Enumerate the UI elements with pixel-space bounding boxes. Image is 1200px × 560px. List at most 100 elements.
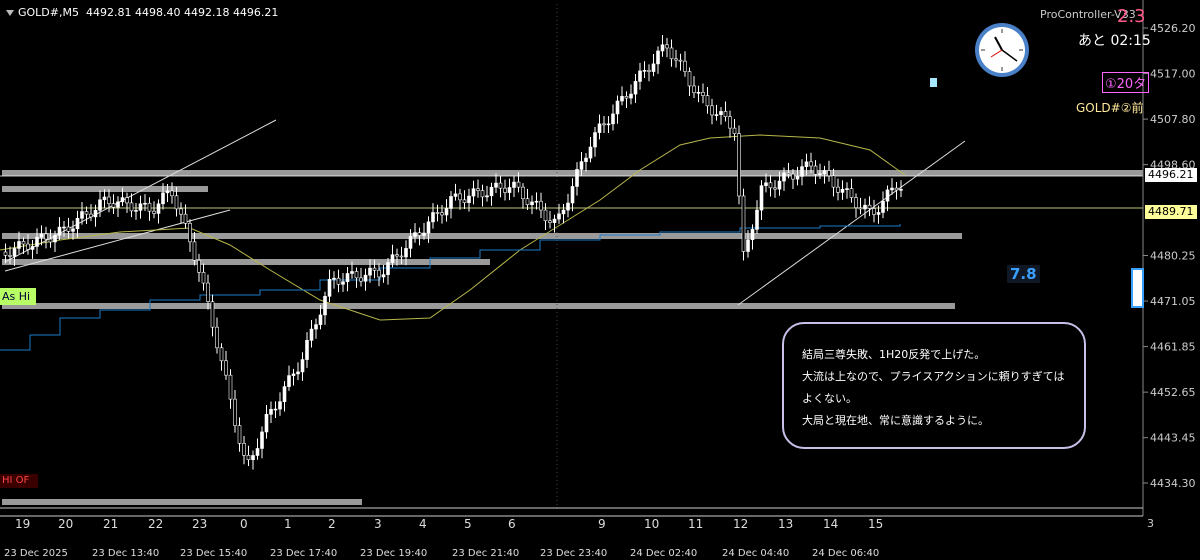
candle-body xyxy=(246,454,251,461)
time-label: 24 Dec 02:40 xyxy=(630,548,697,559)
candle-body xyxy=(768,182,773,189)
candle-body xyxy=(363,274,368,282)
candle-body xyxy=(372,267,377,271)
candle-body xyxy=(674,58,678,61)
hour-label: 4 xyxy=(419,517,427,531)
candle-body xyxy=(858,207,863,210)
time-label: 23 Dec 13:40 xyxy=(92,548,159,559)
candle-body xyxy=(849,188,854,198)
candle-body xyxy=(264,414,269,433)
candle-body xyxy=(39,233,44,238)
candle-body xyxy=(296,371,300,375)
candle-body xyxy=(786,172,791,175)
candle-body xyxy=(444,208,449,216)
candle-body xyxy=(273,408,278,411)
candle-body xyxy=(728,116,732,129)
candle-body xyxy=(174,195,179,210)
hour-label: 13 xyxy=(778,517,793,531)
candle-body xyxy=(723,111,728,117)
time-label: 23 Dec 21:40 xyxy=(452,548,519,559)
candle-body xyxy=(692,85,696,94)
candle-body xyxy=(336,277,341,285)
candle-body xyxy=(224,360,228,376)
candle-body xyxy=(530,201,534,206)
memo-line-2: 大流は上なので、プライスアクションに頼りすぎてはよくない。 xyxy=(802,370,1065,405)
candle-body xyxy=(647,70,651,72)
candle-body xyxy=(899,189,903,191)
candle-body xyxy=(525,198,530,206)
price-tick-label: 4461.85 xyxy=(1150,341,1196,354)
candle-body xyxy=(557,213,561,220)
gold-label: GOLD#②前 xyxy=(1076,101,1144,115)
collapse-triangle-icon[interactable] xyxy=(6,10,14,16)
candle-body xyxy=(665,44,669,49)
candle-body xyxy=(287,375,291,387)
candle-body xyxy=(120,197,125,203)
candle-body xyxy=(894,187,899,191)
candle-body xyxy=(426,221,431,234)
candle-body xyxy=(687,71,692,87)
candle-body xyxy=(606,123,611,126)
candle-body xyxy=(345,273,350,283)
candle-body xyxy=(323,296,327,316)
candles xyxy=(3,35,903,470)
candle-body xyxy=(602,123,606,126)
candle-body xyxy=(327,279,332,297)
candle-body xyxy=(719,111,723,115)
indicator-number: 2.3 xyxy=(1117,6,1146,27)
candle-body xyxy=(656,50,660,65)
zone-band xyxy=(2,499,362,505)
price-tick-label: 4526.20 xyxy=(1150,22,1196,35)
candle-body xyxy=(192,241,197,261)
candle-body xyxy=(53,234,57,243)
price-tick-label: 4434.30 xyxy=(1150,477,1196,490)
hour-label: 12 xyxy=(733,517,748,531)
candle-body xyxy=(107,196,111,204)
candle-body xyxy=(251,455,255,461)
hour-label: 3 xyxy=(374,517,382,531)
candle-body xyxy=(881,200,885,213)
hour-label: 9 xyxy=(598,517,606,531)
candle-body xyxy=(188,223,192,243)
candle-body xyxy=(588,146,593,159)
candle-body xyxy=(435,212,440,214)
zone-band xyxy=(2,259,490,265)
candle-body xyxy=(138,203,143,211)
candle-body xyxy=(755,209,759,230)
trendline xyxy=(737,140,966,306)
candle-body xyxy=(129,202,134,212)
memo-line-3: 大局と現在地、常に意識するように。 xyxy=(802,414,989,427)
candle-body xyxy=(773,187,777,190)
candle-body xyxy=(615,100,620,115)
candle-body xyxy=(269,408,273,415)
sub-tick-label: 3 xyxy=(1147,517,1154,530)
candle-body xyxy=(368,267,372,276)
side-panel-box[interactable] xyxy=(1131,268,1144,308)
candle-body xyxy=(633,81,638,95)
candle-body xyxy=(309,328,314,341)
candle-body xyxy=(629,93,633,99)
candle-body xyxy=(863,204,867,210)
price-tick-label: 4507.80 xyxy=(1150,113,1196,126)
candle-body xyxy=(701,92,705,96)
candle-body xyxy=(611,113,615,125)
candle-body xyxy=(512,181,516,188)
candle-body xyxy=(579,161,584,170)
candle-body xyxy=(62,226,66,229)
candle-body xyxy=(66,226,71,232)
time-label: 24 Dec 06:40 xyxy=(812,548,879,559)
candle-body xyxy=(467,195,471,203)
candle-body xyxy=(282,386,287,402)
hour-label: 21 xyxy=(103,517,118,531)
candle-body xyxy=(93,209,98,218)
countdown-text: あと 02:15 xyxy=(1078,33,1151,49)
candle-body xyxy=(890,187,894,191)
candle-body xyxy=(714,114,719,116)
candle-body xyxy=(498,182,503,189)
candle-body xyxy=(215,326,219,349)
candle-body xyxy=(179,208,183,215)
candle-body xyxy=(669,47,674,60)
candle-body xyxy=(26,243,30,250)
candle-body xyxy=(206,282,210,302)
candle-body xyxy=(165,190,170,194)
